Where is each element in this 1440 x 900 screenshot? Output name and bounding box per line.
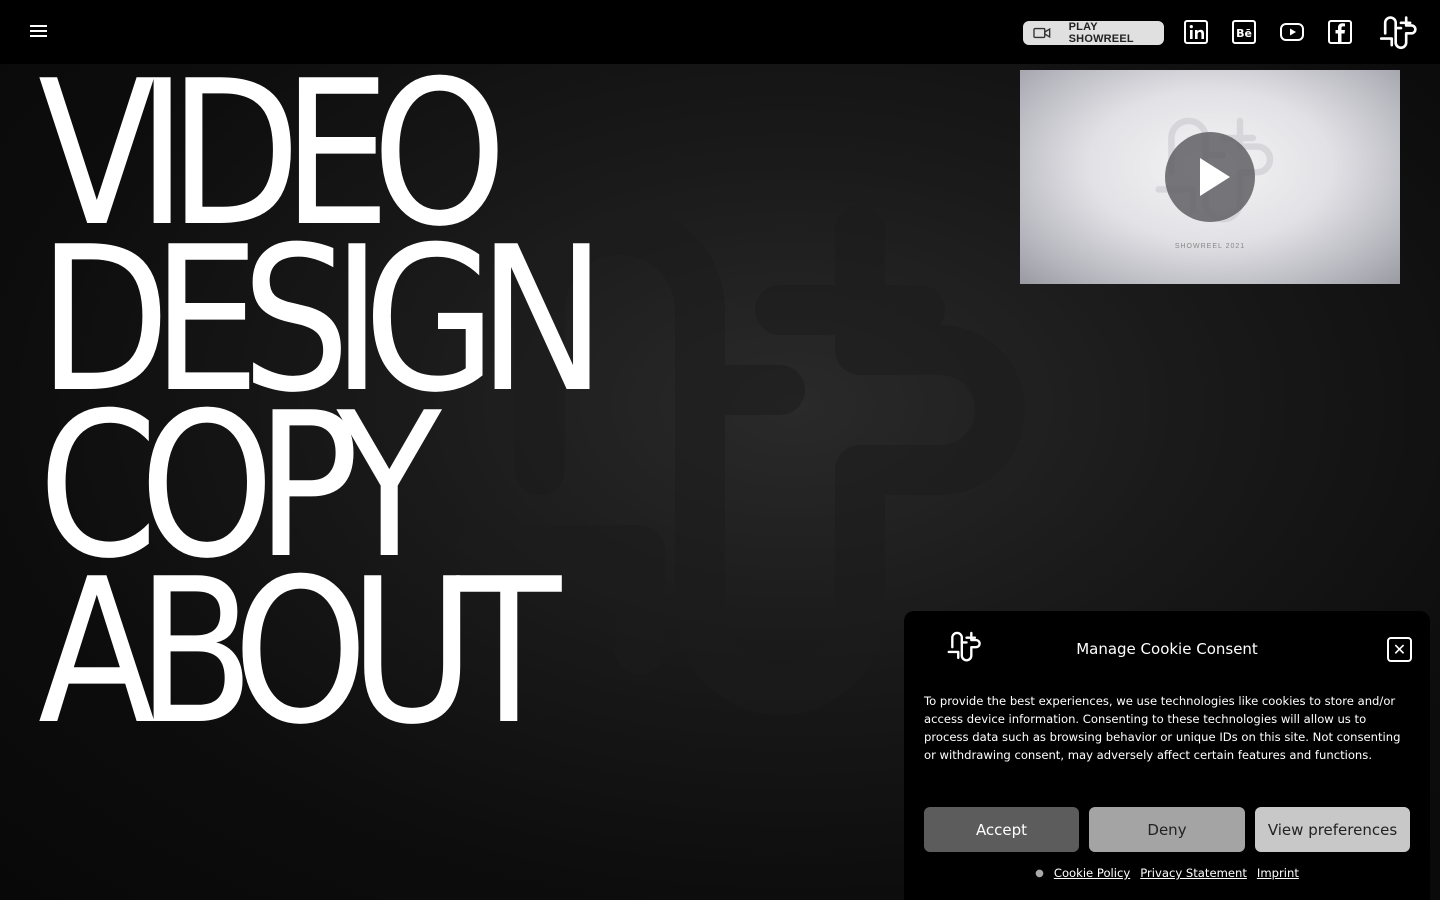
- deny-button[interactable]: Deny: [1089, 807, 1245, 852]
- showreel-caption: SHOWREEL 2021: [1174, 243, 1246, 250]
- svg-text:Bē: Bē: [1236, 27, 1252, 40]
- link-separator: ●: [1035, 868, 1044, 879]
- privacy-statement-link[interactable]: Privacy Statement: [1140, 866, 1247, 882]
- brand-logo-icon[interactable]: [1376, 12, 1418, 52]
- cookie-consent-dialog: Manage Cookie Consent ✕ To provide the b…: [904, 611, 1430, 900]
- showreel-video-thumbnail[interactable]: SHOWREEL 2021: [1020, 70, 1400, 284]
- view-preferences-button[interactable]: View preferences: [1255, 807, 1410, 852]
- cookie-policy-link[interactable]: Cookie Policy: [1054, 866, 1130, 882]
- imprint-link[interactable]: Imprint: [1257, 866, 1299, 882]
- cookie-dialog-title: Manage Cookie Consent: [1076, 640, 1258, 658]
- close-icon[interactable]: ✕: [1387, 637, 1412, 662]
- play-showreel-button[interactable]: PLAY SHOWREEL: [1023, 21, 1164, 45]
- accept-button[interactable]: Accept: [924, 807, 1079, 852]
- nav-item-about[interactable]: ABOUT: [38, 553, 587, 753]
- main-navigation: VIDEO DESIGN COPY ABOUT: [38, 55, 606, 753]
- linkedin-icon[interactable]: [1183, 19, 1209, 45]
- cookie-description: To provide the best experiences, we use …: [924, 694, 1401, 762]
- play-icon[interactable]: [1165, 132, 1255, 222]
- video-camera-icon: [1033, 27, 1051, 39]
- behance-icon[interactable]: Bē: [1231, 19, 1257, 45]
- facebook-icon[interactable]: [1327, 19, 1353, 45]
- showreel-label: PLAY SHOWREEL: [1068, 21, 1134, 45]
- cookie-links: ● Cookie Policy Privacy Statement Imprin…: [904, 866, 1430, 882]
- youtube-icon[interactable]: [1279, 19, 1305, 45]
